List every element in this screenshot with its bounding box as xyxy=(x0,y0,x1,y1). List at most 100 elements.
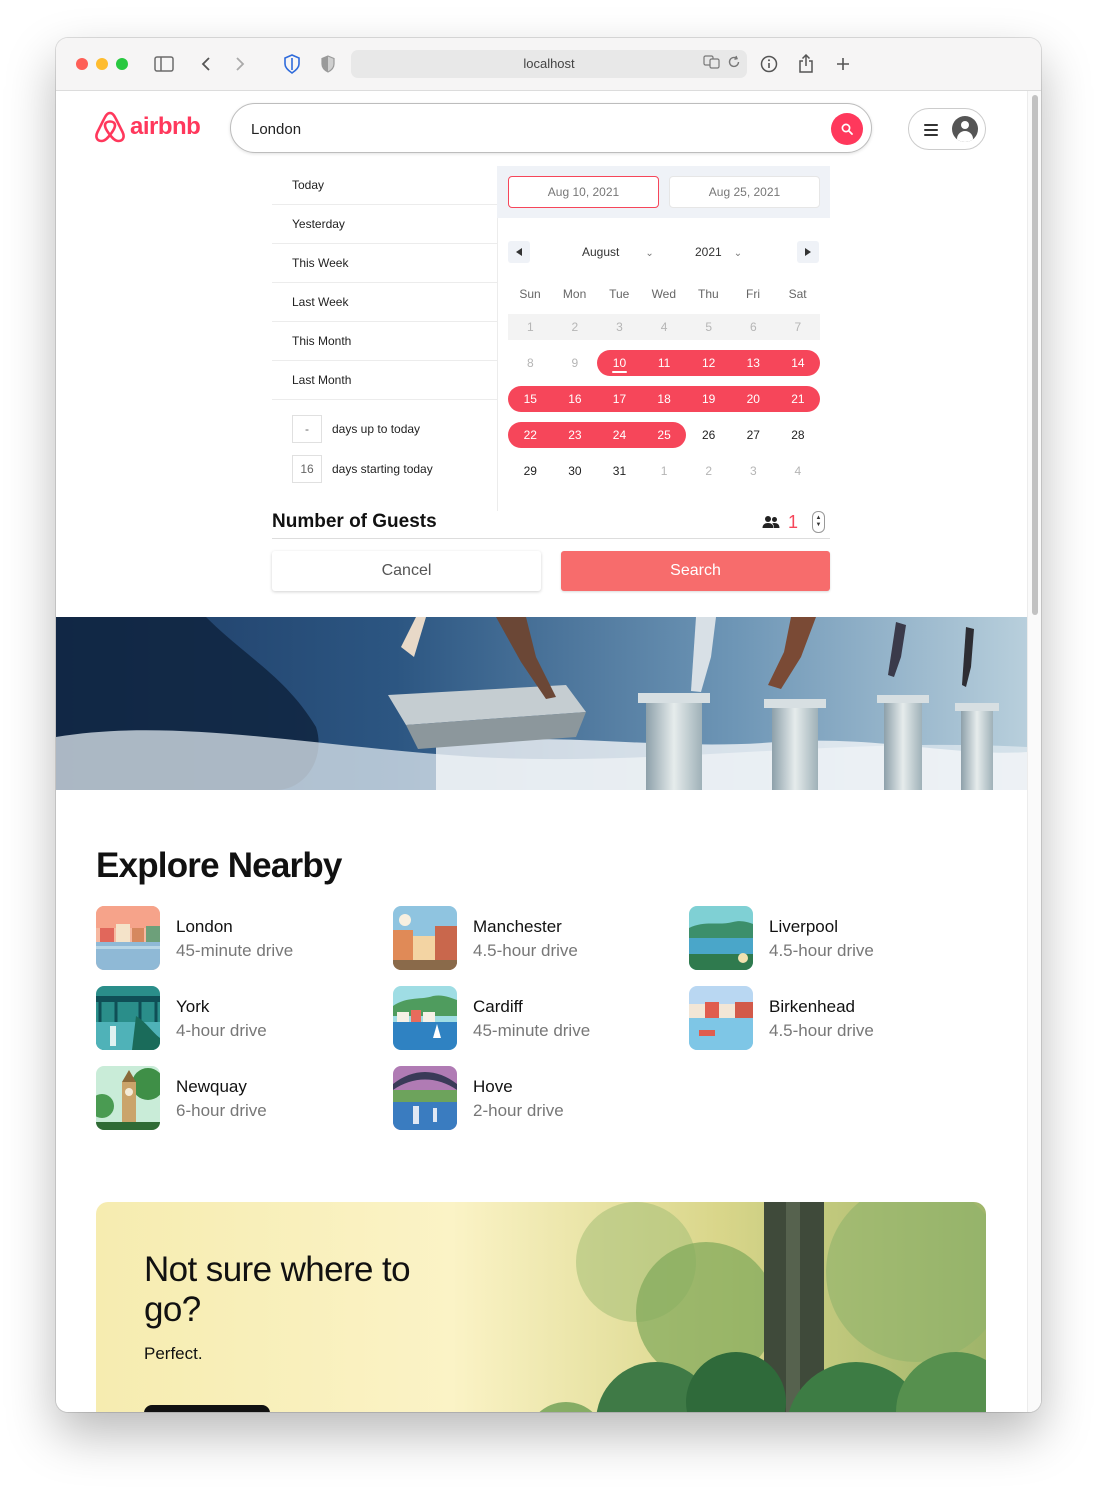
cancel-button[interactable]: Cancel xyxy=(272,551,541,591)
end-date-field[interactable]: Aug 25, 2021 xyxy=(669,176,820,208)
calendar-day[interactable]: 24 xyxy=(597,422,642,448)
guests-divider xyxy=(272,538,830,539)
calendar-day[interactable]: 7 xyxy=(775,314,821,340)
share-icon[interactable] xyxy=(794,52,818,76)
nearby-card-york[interactable]: York 4-hour drive xyxy=(96,986,376,1050)
calendar-day[interactable]: 20 xyxy=(731,386,776,412)
calendar-day[interactable]: 21 xyxy=(775,386,821,412)
calendar-day[interactable]: 5 xyxy=(686,314,731,340)
promo-title: Not sure where to go? xyxy=(144,1250,411,1329)
explore-nearby-title: Explore Nearby xyxy=(96,846,342,885)
calendar-day[interactable]: 1 xyxy=(508,314,553,340)
calendar-day[interactable]: 31 xyxy=(597,458,642,484)
back-icon[interactable] xyxy=(194,52,218,76)
range-yesterday[interactable]: Yesterday xyxy=(272,205,497,244)
guest-count-stepper[interactable]: ▲ ▼ xyxy=(812,511,826,533)
calendar-day[interactable]: 14 xyxy=(775,350,821,376)
days-up-to-today-input[interactable]: - xyxy=(292,415,322,443)
privacy-shield-icon[interactable] xyxy=(316,52,340,76)
range-this-week[interactable]: This Week xyxy=(272,244,497,283)
calendar-day[interactable]: 30 xyxy=(553,458,598,484)
avatar xyxy=(952,116,978,142)
address-bar[interactable]: localhost xyxy=(351,50,747,78)
reload-icon[interactable] xyxy=(727,55,741,72)
days-up-to-today-row: - days up to today xyxy=(292,415,420,443)
calendar-day[interactable]: 29 xyxy=(508,458,553,484)
nearby-distance: 6-hour drive xyxy=(176,1101,267,1120)
calendar-day[interactable]: 18 xyxy=(641,386,687,412)
next-month-button[interactable] xyxy=(797,241,819,263)
sidebar-toggle-icon[interactable] xyxy=(152,52,176,76)
calendar-day[interactable]: 26 xyxy=(686,422,731,448)
nearby-card-birkenhead[interactable]: Birkenhead 4.5-hour drive xyxy=(689,986,969,1050)
calendar-day[interactable]: 19 xyxy=(686,386,731,412)
range-last-week[interactable]: Last Week xyxy=(272,283,497,322)
search-input[interactable] xyxy=(251,118,811,140)
calendar-day[interactable]: 17 xyxy=(597,386,642,412)
calendar-day[interactable]: 16 xyxy=(552,386,598,412)
calendar-day[interactable]: 13 xyxy=(731,350,776,376)
forward-icon[interactable] xyxy=(228,52,252,76)
nearby-card-newquay[interactable]: Newquay 6-hour drive xyxy=(96,1066,376,1130)
calendar-day[interactable]: 2 xyxy=(552,314,598,340)
zoom-window-button[interactable] xyxy=(116,58,128,70)
nearby-name: Newquay xyxy=(176,1077,247,1096)
nearby-name: London xyxy=(176,917,233,936)
calendar-day[interactable]: 22 xyxy=(508,422,553,448)
prev-month-button[interactable] xyxy=(508,241,530,263)
liverpool-thumbnail xyxy=(689,906,753,970)
nearby-name: Cardiff xyxy=(473,997,523,1016)
close-window-button[interactable] xyxy=(76,58,88,70)
new-tab-icon[interactable] xyxy=(831,52,855,76)
year-select[interactable]: 2021 ⌄ xyxy=(695,245,742,259)
minimize-window-button[interactable] xyxy=(96,58,108,70)
calendar-day[interactable]: 10 xyxy=(597,350,642,376)
promo-banner: Not sure where to go? Perfect. xyxy=(96,1202,986,1412)
page-scrollbar[interactable] xyxy=(1027,91,1041,1412)
users-icon xyxy=(762,516,780,528)
calendar-day[interactable]: 12 xyxy=(686,350,731,376)
search-button[interactable]: Search xyxy=(561,551,830,591)
nearby-card-manchester[interactable]: Manchester 4.5-hour drive xyxy=(393,906,673,970)
nearby-card-london[interactable]: London 45-minute drive xyxy=(96,906,376,970)
nearby-card-hove[interactable]: Hove 2-hour drive xyxy=(393,1066,673,1130)
start-date-field[interactable]: Aug 10, 2021 xyxy=(508,176,659,208)
calendar-day[interactable]: 27 xyxy=(731,422,776,448)
calendar-day[interactable]: 28 xyxy=(776,422,821,448)
month-select[interactable]: August ⌄ xyxy=(582,245,654,259)
airbnb-logo[interactable]: airbnb xyxy=(94,110,201,144)
calendar-day[interactable]: 15 xyxy=(508,386,553,412)
days-starting-today-row: 16 days starting today xyxy=(292,455,433,483)
page-content: airbnb Today Yesterday This Week Last We… xyxy=(56,91,1041,1412)
nearby-distance: 4.5-hour drive xyxy=(473,941,578,960)
bitwarden-shield-icon[interactable] xyxy=(280,52,304,76)
search-submit-button[interactable] xyxy=(831,113,863,145)
calendar-day[interactable]: 25 xyxy=(641,422,687,448)
range-last-month[interactable]: Last Month xyxy=(272,361,497,400)
search-bar[interactable] xyxy=(230,103,872,153)
calendar-day[interactable]: 23 xyxy=(552,422,598,448)
calendar-day[interactable]: 9 xyxy=(553,350,598,376)
range-this-month[interactable]: This Month xyxy=(272,322,497,361)
calendar-day[interactable]: 4 xyxy=(641,314,687,340)
scrollbar-thumb[interactable] xyxy=(1032,95,1038,615)
weekday-label: Mon xyxy=(562,287,587,301)
nearby-name: Birkenhead xyxy=(769,997,856,1016)
nearby-card-liverpool[interactable]: Liverpool 4.5-hour drive xyxy=(689,906,969,970)
user-menu-button[interactable] xyxy=(908,108,986,150)
nearby-distance: 4.5-hour drive xyxy=(769,1021,874,1040)
year-select-value: 2021 xyxy=(695,245,722,259)
calendar-day[interactable]: 8 xyxy=(508,350,553,376)
range-today[interactable]: Today xyxy=(272,166,497,205)
days-starting-today-input[interactable]: 16 xyxy=(292,455,322,483)
weekday-label: Sun xyxy=(519,287,541,301)
newquay-thumbnail xyxy=(96,1066,160,1130)
translate-icon[interactable] xyxy=(703,55,721,72)
nearby-card-cardiff[interactable]: Cardiff 45-minute drive xyxy=(393,986,673,1050)
info-icon[interactable] xyxy=(757,52,781,76)
calendar-day[interactable]: 11 xyxy=(641,350,687,376)
calendar-day[interactable]: 3 xyxy=(597,314,642,340)
promo-button[interactable] xyxy=(144,1405,270,1412)
calendar-day[interactable]: 6 xyxy=(731,314,776,340)
nearby-distance: 45-minute drive xyxy=(176,941,294,960)
